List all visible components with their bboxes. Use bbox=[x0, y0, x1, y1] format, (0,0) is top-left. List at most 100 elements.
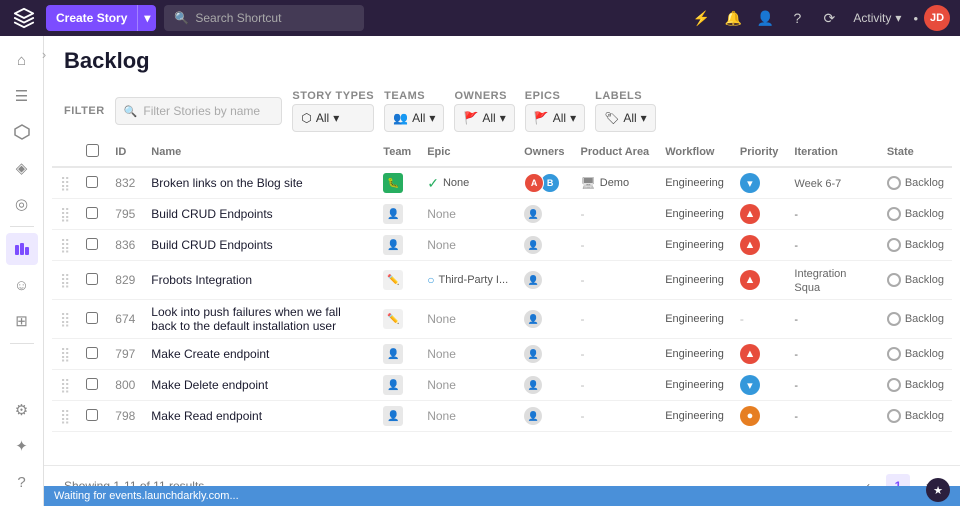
col-team[interactable]: Team bbox=[375, 138, 419, 167]
sidebar-item-inbox[interactable]: ☰ bbox=[6, 80, 38, 112]
sidebar-item-home[interactable]: ⌂ bbox=[6, 44, 38, 76]
row-priority[interactable]: ● bbox=[732, 401, 787, 432]
drag-handle[interactable]: ⣿ bbox=[52, 370, 78, 401]
row-epic[interactable]: ✓None bbox=[419, 167, 516, 199]
col-state[interactable]: State bbox=[879, 138, 952, 167]
row-checkbox[interactable] bbox=[78, 300, 107, 339]
row-checkbox[interactable] bbox=[78, 167, 107, 199]
row-owners[interactable]: AB bbox=[516, 167, 572, 199]
col-name[interactable]: Name bbox=[143, 138, 375, 167]
sidebar-item-epics[interactable]: ◈ bbox=[6, 152, 38, 184]
row-priority[interactable]: ▲ bbox=[732, 339, 787, 370]
row-owners[interactable]: 👤 bbox=[516, 230, 572, 261]
row-epic[interactable]: None bbox=[419, 339, 516, 370]
drag-handle[interactable]: ⣿ bbox=[52, 261, 78, 300]
row-id: 798 bbox=[107, 401, 143, 432]
row-owners[interactable]: 👤 bbox=[516, 300, 572, 339]
sidebar-item-help[interactable]: ? bbox=[6, 466, 38, 498]
row-epic[interactable]: None bbox=[419, 230, 516, 261]
user-avatar[interactable]: JD bbox=[924, 5, 950, 31]
story-types-dropdown[interactable]: ⬡ All ▾ bbox=[292, 104, 374, 132]
labels-dropdown[interactable]: 🏷 All ▾ bbox=[595, 104, 656, 132]
row-checkbox[interactable] bbox=[78, 339, 107, 370]
app-logo[interactable] bbox=[10, 4, 38, 32]
owners-value: All bbox=[482, 111, 495, 125]
activity-chevron-icon: ▾ bbox=[895, 11, 901, 25]
sidebar-item-integrations[interactable]: ✦ bbox=[6, 430, 38, 462]
story-types-label: STORY TYPES bbox=[292, 90, 374, 102]
col-iteration[interactable]: Iteration bbox=[786, 138, 878, 167]
row-epic[interactable]: None bbox=[419, 199, 516, 230]
sidebar-item-members[interactable]: ⊞ bbox=[6, 305, 38, 337]
teams-dropdown[interactable]: 👥 All ▾ bbox=[384, 104, 444, 132]
sidebar-item-teams[interactable]: ☺ bbox=[6, 269, 38, 301]
search-bar[interactable]: 🔍 bbox=[164, 5, 364, 31]
filter-input-wrap[interactable]: 🔍 bbox=[115, 97, 283, 125]
col-owners[interactable]: Owners bbox=[516, 138, 572, 167]
sidebar-item-settings[interactable]: ⚙ bbox=[6, 394, 38, 426]
stories-table-wrap[interactable]: ID Name Team Epic Owners Product Area Wo… bbox=[44, 138, 960, 465]
sidebar-item-reports[interactable] bbox=[6, 233, 38, 265]
row-checkbox[interactable] bbox=[78, 370, 107, 401]
bolt-icon[interactable]: ⚡ bbox=[687, 4, 715, 32]
row-name[interactable]: Broken links on the Blog site bbox=[143, 167, 375, 199]
status-star-button[interactable]: ★ bbox=[926, 478, 950, 502]
row-product-area: - bbox=[573, 300, 658, 339]
row-priority[interactable]: - bbox=[732, 300, 787, 339]
user-circle-icon[interactable]: 👤 bbox=[751, 4, 779, 32]
col-product-area[interactable]: Product Area bbox=[573, 138, 658, 167]
row-priority[interactable]: ▾ bbox=[732, 167, 787, 199]
row-product-area: - bbox=[573, 339, 658, 370]
drag-handle[interactable]: ⣿ bbox=[52, 199, 78, 230]
row-epic[interactable]: None bbox=[419, 300, 516, 339]
row-checkbox[interactable] bbox=[78, 230, 107, 261]
row-name[interactable]: Frobots Integration bbox=[143, 261, 375, 300]
row-owners[interactable]: 👤 bbox=[516, 261, 572, 300]
row-name[interactable]: Make Read endpoint bbox=[143, 401, 375, 432]
row-checkbox[interactable] bbox=[78, 199, 107, 230]
row-priority[interactable]: ▲ bbox=[732, 261, 787, 300]
activity-button[interactable]: Activity ▾ bbox=[847, 5, 907, 31]
sidebar-item-stories[interactable] bbox=[6, 116, 38, 148]
col-priority[interactable]: Priority bbox=[732, 138, 787, 167]
row-epic[interactable]: None bbox=[419, 401, 516, 432]
row-owners[interactable]: 👤 bbox=[516, 401, 572, 432]
bell-icon[interactable]: 🔔 bbox=[719, 4, 747, 32]
create-story-button[interactable]: Create Story ▾ bbox=[46, 5, 156, 31]
row-checkbox[interactable] bbox=[78, 401, 107, 432]
help-icon[interactable]: ? bbox=[783, 4, 811, 32]
search-input[interactable] bbox=[195, 11, 354, 25]
create-story-dropdown-arrow[interactable]: ▾ bbox=[138, 5, 156, 31]
row-priority[interactable]: ▾ bbox=[732, 370, 787, 401]
row-owners[interactable]: 👤 bbox=[516, 339, 572, 370]
row-name[interactable]: Make Delete endpoint bbox=[143, 370, 375, 401]
row-epic[interactable]: None bbox=[419, 370, 516, 401]
drag-handle[interactable]: ⣿ bbox=[52, 167, 78, 199]
row-priority[interactable]: ▲ bbox=[732, 230, 787, 261]
row-epic[interactable]: ○Third-Party I... bbox=[419, 261, 516, 300]
select-all-checkbox[interactable] bbox=[86, 144, 99, 157]
owners-group: OWNERS 🚩 All ▾ bbox=[454, 90, 514, 132]
filter-stories-input[interactable] bbox=[143, 104, 273, 118]
drag-handle[interactable]: ⣿ bbox=[52, 300, 78, 339]
row-priority[interactable]: ▲ bbox=[732, 199, 787, 230]
row-state: Backlog bbox=[879, 339, 952, 370]
owners-dropdown[interactable]: 🚩 All ▾ bbox=[454, 104, 514, 132]
row-name[interactable]: Build CRUD Endpoints bbox=[143, 199, 375, 230]
sidebar-collapse-button[interactable]: › bbox=[36, 46, 52, 62]
row-checkbox[interactable] bbox=[78, 261, 107, 300]
col-epic[interactable]: Epic bbox=[419, 138, 516, 167]
drag-handle[interactable]: ⣿ bbox=[52, 401, 78, 432]
col-workflow[interactable]: Workflow bbox=[657, 138, 732, 167]
col-id[interactable]: ID bbox=[107, 138, 143, 167]
sidebar-item-milestones[interactable]: ◎ bbox=[6, 188, 38, 220]
drag-handle[interactable]: ⣿ bbox=[52, 339, 78, 370]
epics-dropdown[interactable]: 🚩 All ▾ bbox=[525, 104, 585, 132]
row-name[interactable]: Make Create endpoint bbox=[143, 339, 375, 370]
row-owners[interactable]: 👤 bbox=[516, 199, 572, 230]
row-name[interactable]: Look into push failures when we fall bac… bbox=[143, 300, 375, 339]
row-name[interactable]: Build CRUD Endpoints bbox=[143, 230, 375, 261]
drag-handle[interactable]: ⣿ bbox=[52, 230, 78, 261]
refresh-icon[interactable]: ⟳ bbox=[815, 4, 843, 32]
row-owners[interactable]: 👤 bbox=[516, 370, 572, 401]
